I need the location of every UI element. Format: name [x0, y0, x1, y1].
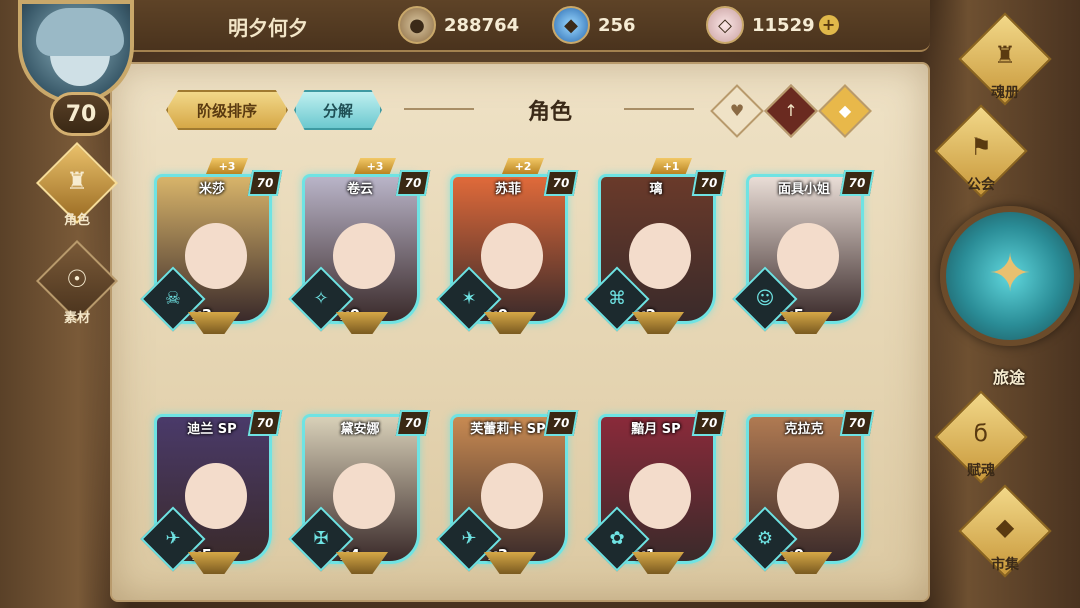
- sort-by-rank-button[interactable]: 阶级排序: [166, 90, 288, 130]
- right-nav-label: 公会: [967, 177, 995, 193]
- character-card[interactable]: 迪兰 SP70✈x5: [140, 398, 283, 574]
- character-face: [629, 223, 691, 289]
- heart-icon: ♥: [729, 101, 745, 120]
- character-face: [333, 223, 395, 289]
- star-bonus-badge: +3: [206, 158, 248, 174]
- compass-emblem-icon: ✦: [988, 244, 1032, 304]
- character-face: [333, 463, 395, 529]
- add-gem-button[interactable]: +: [818, 15, 839, 35]
- left-nav-characters[interactable]: ♜ 角色: [35, 141, 119, 234]
- avatar-hair: [36, 8, 124, 56]
- character-face: [777, 463, 839, 529]
- character-level: 70: [247, 410, 283, 436]
- shard-icon: ☺: [755, 288, 775, 309]
- right-nav-label: 市集: [991, 557, 1019, 573]
- character-card[interactable]: 克拉克70⚙x0: [732, 398, 875, 574]
- star-bonus-badge: +3: [354, 158, 396, 174]
- character-level: 70: [543, 410, 579, 436]
- currency-value: 11529: [752, 14, 815, 36]
- decompose-button[interactable]: 分解: [294, 90, 382, 130]
- shard-icon: ✈: [165, 528, 181, 549]
- character-card[interactable]: 黛安娜70✠x4: [288, 398, 431, 574]
- flame-swirl-icon: ϭ: [973, 419, 989, 447]
- character-level: 70: [839, 170, 875, 196]
- shard-icon: ✿: [609, 528, 625, 549]
- shard-icon: ⚙: [756, 528, 774, 549]
- shield-gem-icon: ◆: [838, 101, 852, 120]
- title-ornament-right: [624, 108, 694, 110]
- left-nav-label: 素材: [63, 311, 90, 326]
- player-level-badge: 70: [50, 92, 112, 136]
- shard-icon: ✈: [461, 528, 477, 549]
- right-nav-label: 魂册: [991, 85, 1019, 101]
- character-card[interactable]: 苏菲70+2✶x0: [436, 158, 579, 334]
- star-bonus-badge: +1: [650, 158, 692, 174]
- right-nav-label: 赋魂: [967, 463, 995, 479]
- helmet-icon: ♜: [994, 41, 1016, 69]
- player-avatar-group[interactable]: 70: [6, 0, 146, 140]
- star-bonus-badge: +2: [502, 158, 544, 174]
- character-face: [481, 463, 543, 529]
- helmet-icon: ♜: [66, 167, 88, 195]
- character-face: [481, 223, 543, 289]
- character-level: 70: [543, 170, 579, 196]
- currency-value: 256: [598, 14, 636, 36]
- character-card[interactable]: 璃70+1⌘x2: [584, 158, 727, 334]
- character-face: [185, 223, 247, 289]
- character-level: 70: [247, 170, 283, 196]
- beast-head-icon: ☉: [66, 265, 88, 293]
- character-level: 70: [395, 170, 431, 196]
- title-ornament-left: [404, 108, 474, 110]
- shard-icon: ☠: [164, 288, 182, 309]
- right-nav-soul-book[interactable]: ♜ 魂册: [950, 12, 1060, 106]
- character-card[interactable]: 芙蕾莉卡 SP70✈x3: [436, 398, 579, 574]
- journey-label: 旅途: [992, 368, 1025, 387]
- avatar[interactable]: [18, 0, 134, 104]
- character-level: 70: [691, 410, 727, 436]
- right-nav-soul-enchant[interactable]: ϭ 赋魂: [926, 390, 1036, 484]
- currency-gold: ● 288764: [398, 6, 519, 44]
- shard-icon: ✠: [313, 528, 329, 549]
- page-title: 角色: [527, 100, 572, 125]
- pink-gem-icon: ◇: [706, 6, 744, 44]
- sword-icon: ↑: [784, 101, 798, 120]
- currency-gem: ◇ 11529 +: [706, 6, 839, 44]
- blue-crystal-icon: ◆: [552, 6, 590, 44]
- character-face: [777, 223, 839, 289]
- shard-icon: ⌘: [608, 288, 626, 309]
- character-level: 70: [839, 410, 875, 436]
- gem-icon: ◆: [995, 513, 1015, 541]
- left-nav-label: 角色: [63, 213, 90, 228]
- currency-crystal: ◆ 256: [552, 6, 636, 44]
- left-nav-materials[interactable]: ☉ 素材: [35, 239, 119, 332]
- character-level: 70: [395, 410, 431, 436]
- character-card[interactable]: 黯月 SP70✿x1: [584, 398, 727, 574]
- character-level: 70: [691, 170, 727, 196]
- character-card[interactable]: 卷云70+3✧x0: [288, 158, 431, 334]
- right-nav-market[interactable]: ◆ 市集: [950, 484, 1060, 578]
- shard-icon: ✧: [313, 288, 329, 309]
- character-face: [185, 463, 247, 529]
- character-card[interactable]: 米莎70+3☠x3: [140, 158, 283, 334]
- player-name: 明夕何夕: [228, 16, 308, 40]
- right-nav-guild[interactable]: ⚑ 公会: [926, 104, 1036, 198]
- guild-banner-icon: ⚑: [970, 133, 992, 161]
- currency-value: 288764: [444, 14, 520, 36]
- journey-button[interactable]: ✦ 旅途: [934, 200, 1080, 390]
- gold-coin-icon: ●: [398, 6, 436, 44]
- character-face: [629, 463, 691, 529]
- character-card[interactable]: 面具小姐70☺x5: [732, 158, 875, 334]
- shard-icon: ✶: [461, 288, 477, 309]
